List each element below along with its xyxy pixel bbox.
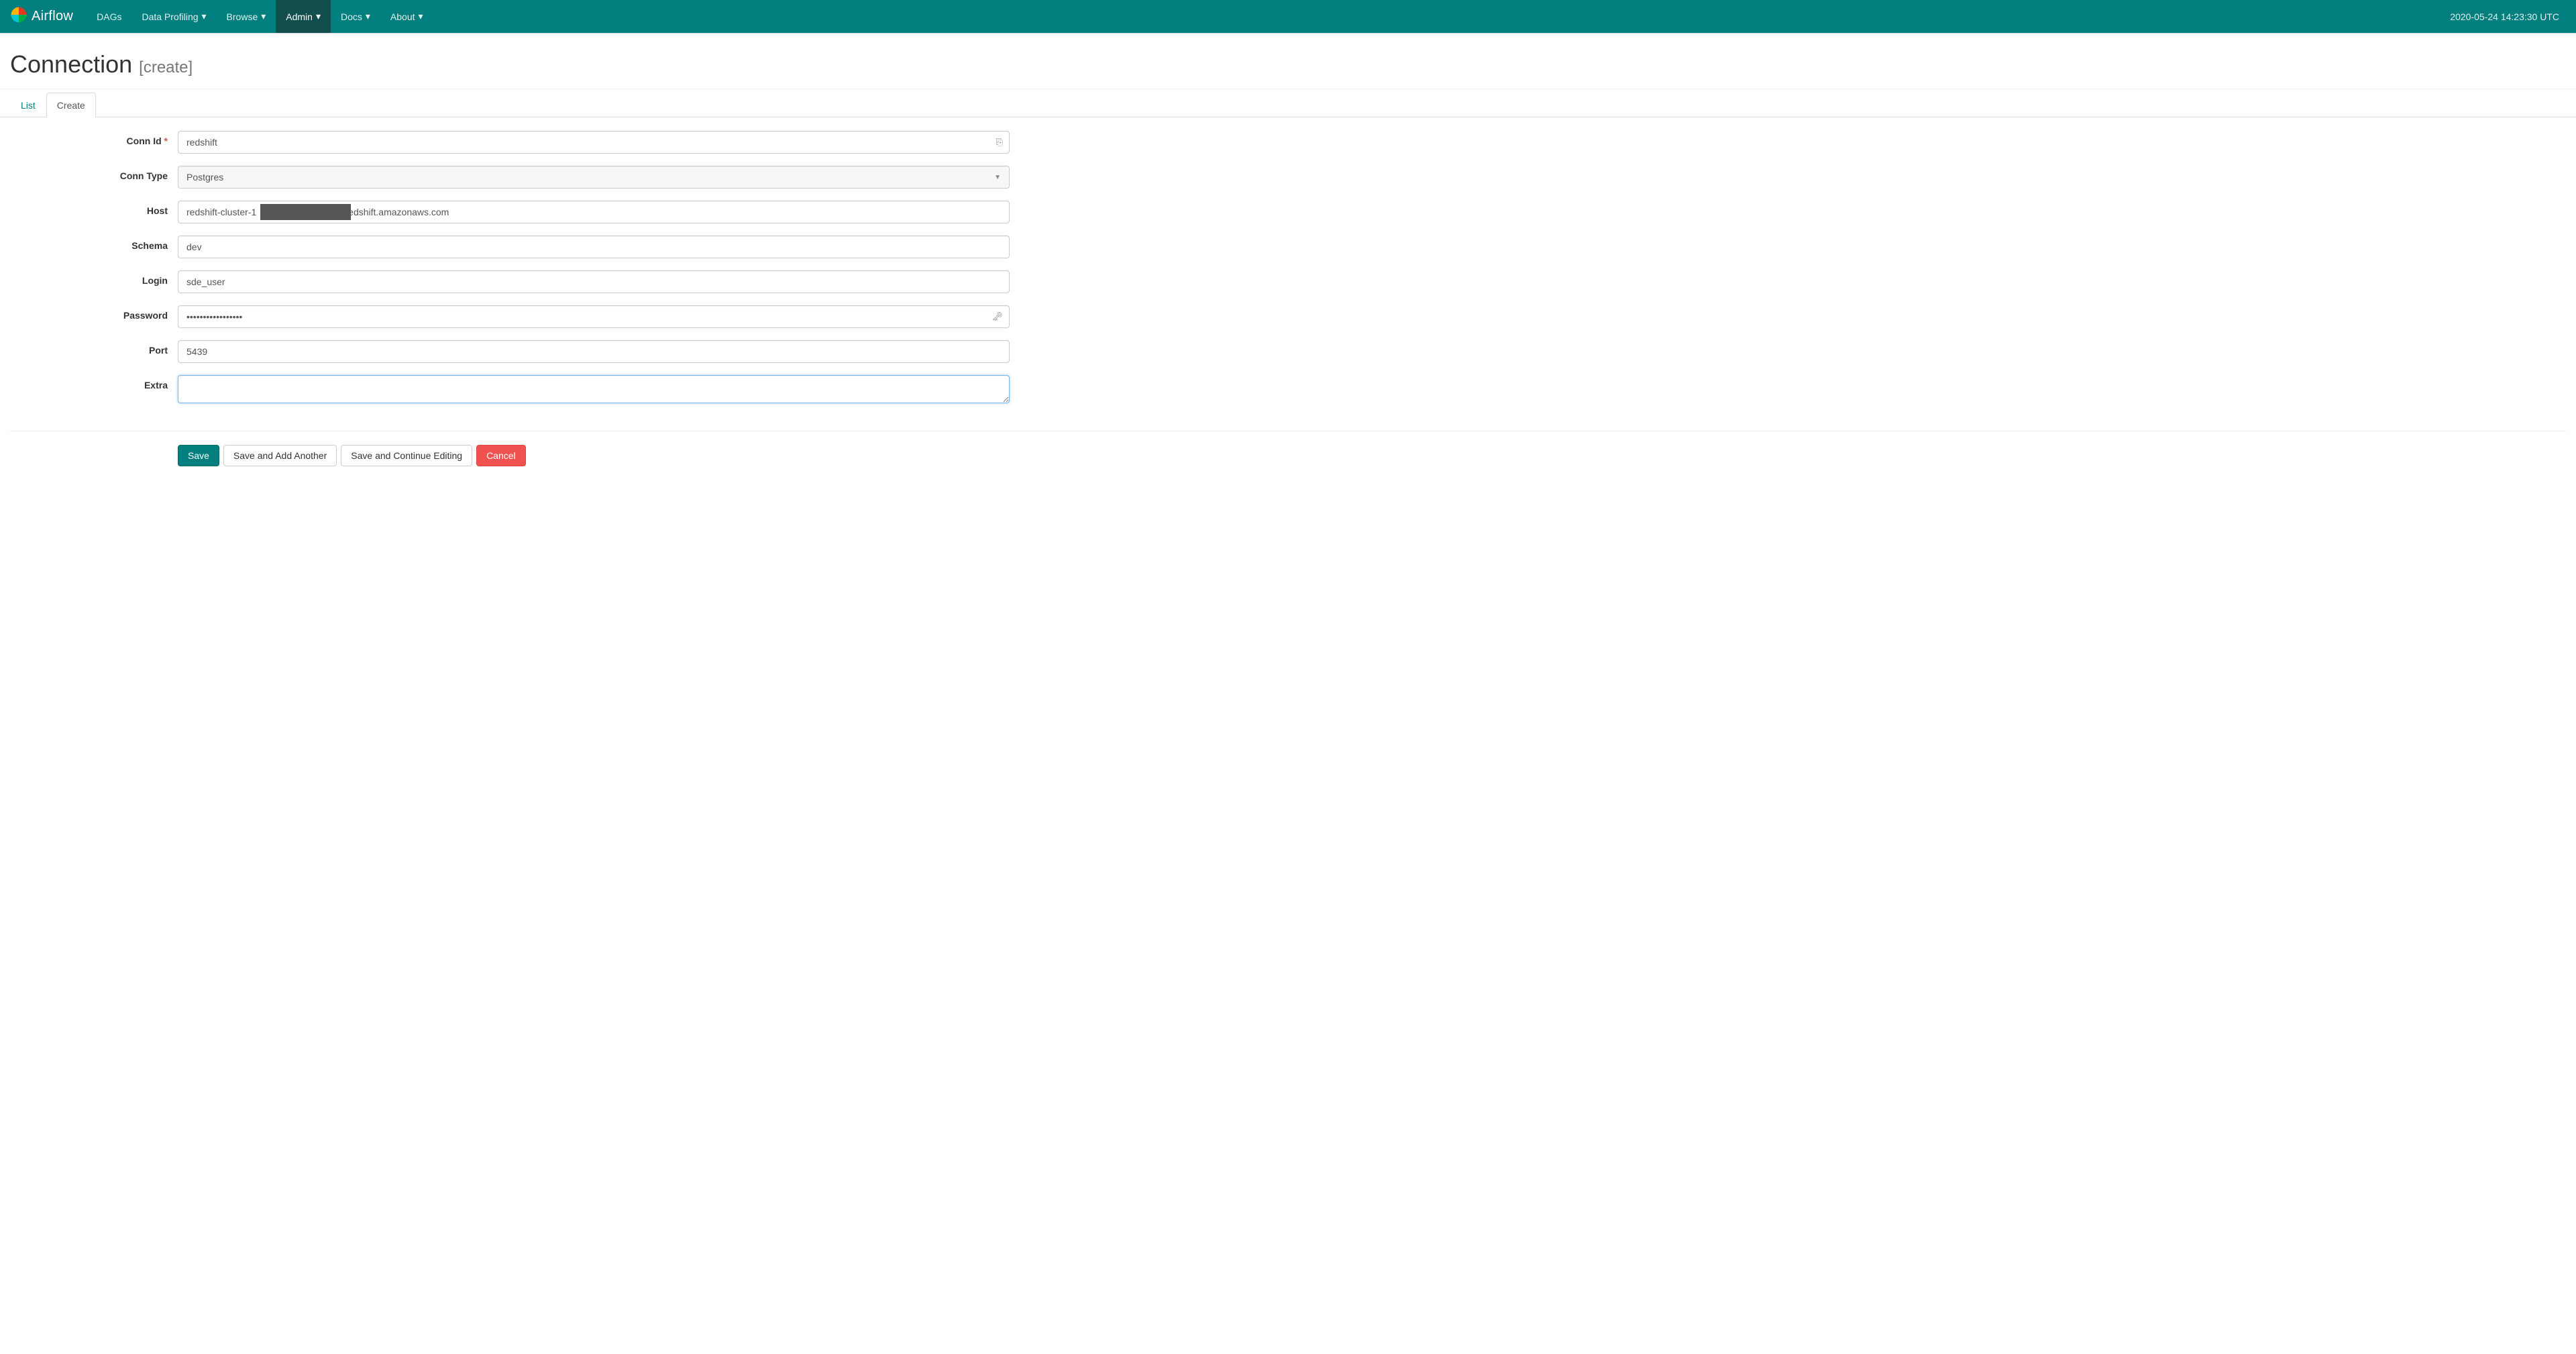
label-host: Host: [10, 201, 178, 216]
label-port: Port: [10, 340, 178, 356]
label-conn-type: Conn Type: [10, 166, 178, 181]
chevron-down-icon: ▾: [202, 11, 207, 22]
cancel-button[interactable]: Cancel: [476, 445, 526, 466]
port-field[interactable]: [178, 340, 1010, 363]
redacted-segment: [260, 204, 351, 220]
login-field[interactable]: [178, 270, 1010, 293]
navbar-menu: DAGs Data Profiling ▾ Browse ▾ Admin ▾ D…: [87, 0, 2443, 33]
brand[interactable]: Airflow: [10, 6, 73, 28]
brand-text: Airflow: [32, 9, 73, 24]
nav-about[interactable]: About ▾: [380, 0, 433, 33]
tab-list[interactable]: List: [10, 93, 46, 117]
save-button[interactable]: Save: [178, 445, 219, 466]
nav-dags[interactable]: DAGs: [87, 0, 131, 33]
chevron-down-icon: ▾: [261, 11, 266, 22]
conn-type-select[interactable]: Postgres ▼: [178, 166, 1010, 189]
conn-id-field[interactable]: [178, 131, 1010, 154]
chevron-down-icon: ▾: [366, 11, 370, 22]
extra-field[interactable]: [178, 375, 1010, 403]
server-time: 2020-05-24 14:23:30 UTC: [2443, 11, 2566, 22]
label-extra: Extra: [10, 375, 178, 390]
chevron-down-icon: ▾: [316, 11, 321, 22]
nav-data-profiling[interactable]: Data Profiling ▾: [131, 0, 216, 33]
nav-admin[interactable]: Admin ▾: [276, 0, 331, 33]
chevron-down-icon: ▾: [419, 11, 423, 22]
label-password: Password: [10, 305, 178, 321]
nav-docs[interactable]: Docs ▾: [331, 0, 380, 33]
label-login: Login: [10, 270, 178, 286]
airflow-pinwheel-icon: [10, 6, 32, 28]
label-schema: Schema: [10, 236, 178, 251]
form-actions: Save Save and Add Another Save and Conti…: [0, 445, 2576, 486]
nav-browse[interactable]: Browse ▾: [217, 0, 276, 33]
navbar: Airflow DAGs Data Profiling ▾ Browse ▾ A…: [0, 0, 2576, 34]
page-subtitle: [create]: [139, 58, 193, 76]
schema-field[interactable]: [178, 236, 1010, 258]
connection-form: Conn Id * ⎘ Conn Type Postgres ▼ Host Sc…: [0, 117, 2576, 431]
password-field[interactable]: [178, 305, 1010, 328]
page-header: Connection [create]: [0, 34, 2576, 89]
save-add-another-button[interactable]: Save and Add Another: [223, 445, 337, 466]
page-title: Connection: [10, 50, 132, 78]
label-conn-id: Conn Id *: [10, 131, 178, 146]
tab-create[interactable]: Create: [46, 93, 96, 117]
save-continue-button[interactable]: Save and Continue Editing: [341, 445, 472, 466]
chevron-down-icon: ▼: [994, 174, 1001, 181]
tabs: List Create: [0, 93, 2576, 117]
